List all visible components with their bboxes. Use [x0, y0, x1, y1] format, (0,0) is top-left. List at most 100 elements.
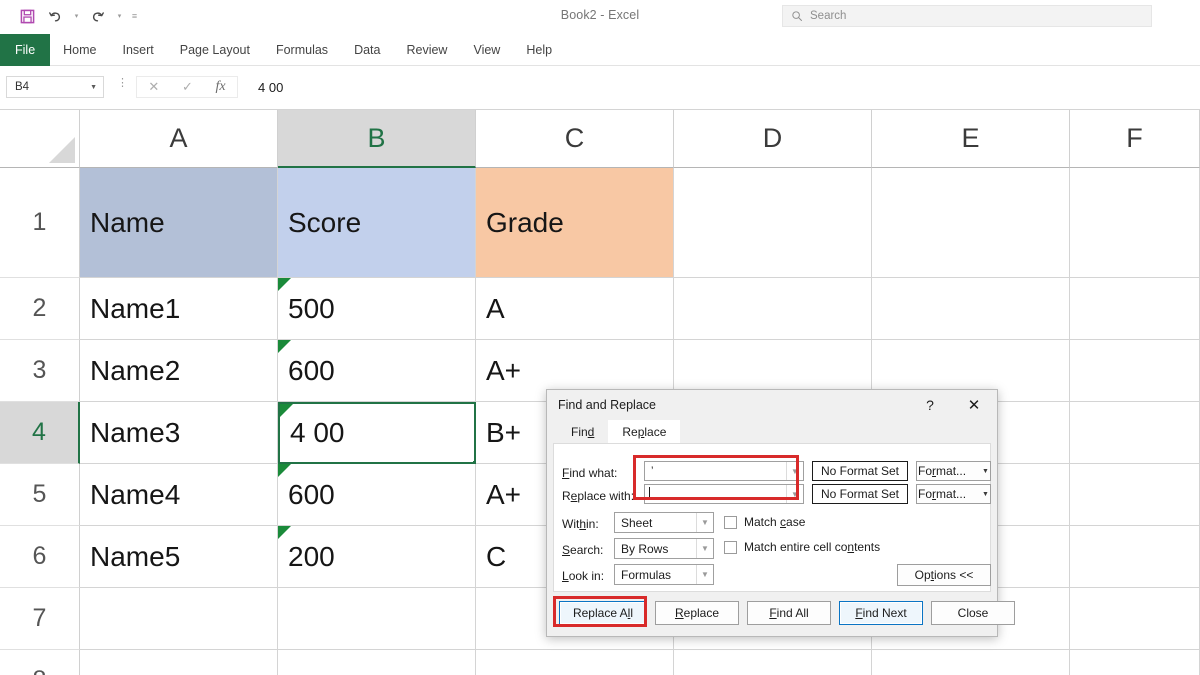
- cell-empty[interactable]: [1070, 402, 1200, 464]
- cell-value: Name2: [90, 354, 181, 386]
- cell-a6[interactable]: Name5: [80, 526, 278, 588]
- match-entire-cell-checkbox[interactable]: Match entire cell contents: [724, 540, 880, 554]
- cell-c2[interactable]: A: [476, 278, 674, 340]
- cell-empty[interactable]: [1070, 340, 1200, 402]
- column-header-f[interactable]: F: [1070, 110, 1200, 168]
- tab-file[interactable]: File: [0, 34, 51, 66]
- column-header-a[interactable]: A: [80, 110, 278, 168]
- name-box[interactable]: B4 ▼: [6, 76, 104, 98]
- cell-empty[interactable]: [872, 168, 1070, 278]
- cell-a2[interactable]: Name1: [80, 278, 278, 340]
- chevron-down-icon[interactable]: ▼: [696, 565, 713, 584]
- search-input[interactable]: Search: [782, 5, 1152, 27]
- cell-empty[interactable]: [278, 650, 476, 675]
- row-header-3[interactable]: 3: [0, 340, 80, 402]
- tab-replace[interactable]: Replace: [608, 420, 681, 443]
- tab-view[interactable]: View: [460, 34, 513, 66]
- no-format-set-button-replace[interactable]: No Format Set: [812, 484, 908, 504]
- look-in-select[interactable]: Formulas ▼: [614, 564, 714, 585]
- cell-empty[interactable]: [674, 168, 872, 278]
- row-header-1[interactable]: 1: [0, 168, 80, 278]
- cell-b2[interactable]: 500: [278, 278, 476, 340]
- tab-data[interactable]: Data: [341, 34, 393, 66]
- cell-empty[interactable]: [80, 588, 278, 650]
- match-case-checkbox[interactable]: Match case: [724, 515, 805, 529]
- chevron-down-icon[interactable]: ▼: [696, 513, 713, 532]
- replace-all-button[interactable]: Replace All: [559, 601, 647, 625]
- column-header-d[interactable]: D: [674, 110, 872, 168]
- tab-insert[interactable]: Insert: [110, 34, 167, 66]
- find-next-label: Find Next: [855, 606, 907, 620]
- chevron-down-icon[interactable]: ▼: [696, 539, 713, 558]
- tab-page-layout[interactable]: Page Layout: [167, 34, 263, 66]
- cell-c1[interactable]: Grade: [476, 168, 674, 278]
- chevron-down-icon[interactable]: ▼: [982, 468, 989, 475]
- find-what-input[interactable]: ’ ▼: [644, 461, 804, 481]
- formula-bar-menu-icon[interactable]: ⋮: [117, 78, 128, 89]
- cell-b3[interactable]: 600: [278, 340, 476, 402]
- cell-empty[interactable]: [1070, 650, 1200, 675]
- fill-handle[interactable]: [472, 460, 474, 462]
- find-what-label: Find what:: [562, 466, 618, 480]
- row-header-6[interactable]: 6: [0, 526, 80, 588]
- options-button[interactable]: Options <<: [897, 564, 991, 586]
- row-header-2[interactable]: 2: [0, 278, 80, 340]
- cell-empty[interactable]: [1070, 526, 1200, 588]
- cell-a4[interactable]: Name3: [80, 402, 278, 464]
- formula-input[interactable]: 4 00: [250, 76, 1190, 98]
- cell-a5[interactable]: Name4: [80, 464, 278, 526]
- chevron-down-icon[interactable]: ▼: [786, 462, 803, 480]
- row-header-7[interactable]: 7: [0, 588, 80, 650]
- cell-value: A+: [486, 354, 522, 386]
- cell-empty[interactable]: [1070, 278, 1200, 340]
- cell-empty[interactable]: [1070, 588, 1200, 650]
- no-format-set-button-find[interactable]: No Format Set: [812, 461, 908, 481]
- cell-empty[interactable]: [476, 650, 674, 675]
- tab-formulas[interactable]: Formulas: [263, 34, 341, 66]
- cell-empty[interactable]: [278, 588, 476, 650]
- tab-find[interactable]: Find: [557, 420, 608, 443]
- help-icon[interactable]: ?: [919, 395, 941, 415]
- cell-b6[interactable]: 200: [278, 526, 476, 588]
- format-button-find[interactable]: Format... ▼: [916, 461, 991, 481]
- find-next-button[interactable]: Find Next: [839, 601, 923, 625]
- cell-empty[interactable]: [80, 650, 278, 675]
- cell-value: Name3: [90, 416, 181, 448]
- tab-help[interactable]: Help: [513, 34, 565, 66]
- tab-home[interactable]: Home: [50, 34, 109, 66]
- cancel-icon[interactable]: ✕: [148, 79, 159, 95]
- cell-b1[interactable]: Score: [278, 168, 476, 278]
- cell-empty[interactable]: [674, 650, 872, 675]
- close-icon[interactable]: ✕: [963, 395, 985, 415]
- cell-value: 200: [288, 540, 335, 572]
- row-header-8[interactable]: 8: [0, 650, 80, 675]
- cell-b4[interactable]: 4 00: [278, 402, 476, 464]
- within-select[interactable]: Sheet ▼: [614, 512, 714, 533]
- search-select[interactable]: By Rows ▼: [614, 538, 714, 559]
- cell-a3[interactable]: Name2: [80, 340, 278, 402]
- find-all-button[interactable]: Find All: [747, 601, 831, 625]
- insert-function-icon[interactable]: fx: [216, 79, 226, 95]
- replace-with-input[interactable]: ▼: [644, 484, 804, 504]
- select-all-corner[interactable]: [0, 110, 80, 168]
- cell-empty[interactable]: [1070, 464, 1200, 526]
- enter-icon[interactable]: ✓: [182, 79, 193, 95]
- cell-a1[interactable]: Name: [80, 168, 278, 278]
- row-header-5[interactable]: 5: [0, 464, 80, 526]
- column-header-c[interactable]: C: [476, 110, 674, 168]
- row-header-4[interactable]: 4: [0, 402, 80, 464]
- chevron-down-icon[interactable]: ▼: [786, 485, 803, 503]
- cell-empty[interactable]: [1070, 168, 1200, 278]
- close-button[interactable]: Close: [931, 601, 1015, 625]
- cell-empty[interactable]: [674, 278, 872, 340]
- replace-button[interactable]: Replace: [655, 601, 739, 625]
- cell-empty[interactable]: [872, 278, 1070, 340]
- column-header-e[interactable]: E: [872, 110, 1070, 168]
- cell-value: Score: [288, 206, 362, 238]
- column-header-b[interactable]: B: [278, 110, 476, 168]
- tab-review[interactable]: Review: [393, 34, 460, 66]
- cell-b5[interactable]: 600: [278, 464, 476, 526]
- format-button-replace[interactable]: Format... ▼: [916, 484, 991, 504]
- chevron-down-icon[interactable]: ▼: [982, 491, 989, 498]
- cell-empty[interactable]: [872, 650, 1070, 675]
